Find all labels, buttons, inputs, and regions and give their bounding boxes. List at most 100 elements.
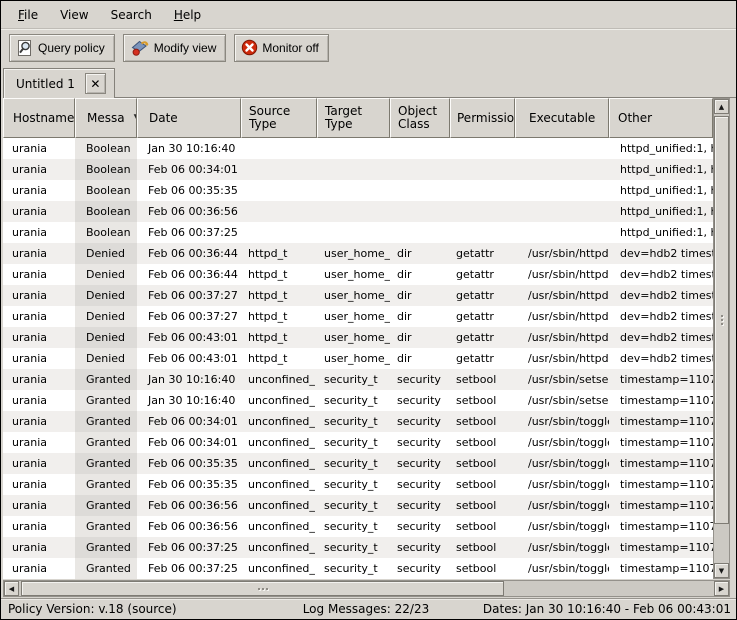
- table-cell: [515, 138, 609, 159]
- table-cell: Feb 06 00:35:35: [137, 474, 241, 495]
- scroll-down-arrow-icon[interactable]: ▼: [714, 563, 729, 578]
- table-cell: Feb 06 00:35:35: [137, 453, 241, 474]
- vertical-scrollbar[interactable]: ▲ ▼: [713, 98, 730, 579]
- table-cell: Feb 06 00:34:01: [137, 159, 241, 180]
- table-cell: security_t: [317, 390, 390, 411]
- table-row[interactable]: uraniaBooleanFeb 06 00:37:25httpd_unifie…: [3, 222, 713, 243]
- table-row[interactable]: uraniaBooleanFeb 06 00:34:01httpd_unifie…: [3, 159, 713, 180]
- tab-bar: Untitled 1 ✕: [1, 64, 736, 98]
- table-cell: Granted: [75, 453, 137, 474]
- horizontal-scrollbar[interactable]: ◀ ▶: [3, 580, 730, 597]
- table-cell: [450, 201, 515, 222]
- table-cell: Jan 30 10:16:40: [137, 138, 241, 159]
- table-cell: user_home_: [317, 243, 390, 264]
- column-header-messa[interactable]: Messa▼: [75, 98, 137, 138]
- table-cell: /usr/sbin/toggle: [515, 495, 609, 516]
- query-policy-icon: [16, 39, 34, 57]
- table-row[interactable]: uraniaBooleanFeb 06 00:36:56httpd_unifie…: [3, 201, 713, 222]
- table-cell: [241, 180, 317, 201]
- column-header-date[interactable]: Date: [137, 98, 241, 138]
- table-row[interactable]: uraniaGrantedFeb 06 00:37:25unconfined_s…: [3, 558, 713, 579]
- column-header-other[interactable]: Other: [609, 98, 713, 138]
- modify-view-label: Modify view: [154, 41, 217, 55]
- vertical-scrollbar-thumb[interactable]: [714, 116, 729, 524]
- table-cell: [241, 222, 317, 243]
- table-cell: setbool: [450, 453, 515, 474]
- table-cell: setbool: [450, 495, 515, 516]
- table-cell: httpd_t: [241, 348, 317, 369]
- column-header-permission[interactable]: Permission: [450, 98, 515, 138]
- table-cell: Feb 06 00:34:01: [137, 411, 241, 432]
- table-cell: httpd_t: [241, 264, 317, 285]
- table-cell: /usr/sbin/toggle: [515, 474, 609, 495]
- table-row[interactable]: uraniaDeniedFeb 06 00:43:01httpd_tuser_h…: [3, 348, 713, 369]
- table-cell: urania: [3, 516, 75, 537]
- table-cell: Boolean: [75, 180, 137, 201]
- column-header-executable[interactable]: Executable: [515, 98, 609, 138]
- table-cell: setbool: [450, 516, 515, 537]
- column-header-target-type[interactable]: Target Type: [317, 98, 390, 138]
- table-cell: setbool: [450, 411, 515, 432]
- table-row[interactable]: uraniaGrantedFeb 06 00:34:01unconfined_s…: [3, 411, 713, 432]
- table-row[interactable]: uraniaGrantedJan 30 10:16:40unconfined_s…: [3, 369, 713, 390]
- menu-file[interactable]: File: [7, 2, 49, 28]
- table-cell: Jan 30 10:16:40: [137, 369, 241, 390]
- table-cell: Feb 06 00:43:01: [137, 327, 241, 348]
- menu-search[interactable]: Search: [100, 2, 163, 28]
- scroll-right-arrow-icon[interactable]: ▶: [714, 581, 729, 596]
- table-row[interactable]: uraniaGrantedFeb 06 00:35:35unconfined_s…: [3, 474, 713, 495]
- table-cell: Feb 06 00:36:44: [137, 243, 241, 264]
- monitor-off-button[interactable]: Monitor off: [234, 34, 328, 62]
- table-cell: urania: [3, 474, 75, 495]
- table-cell: [450, 180, 515, 201]
- tab-untitled-1[interactable]: Untitled 1 ✕: [3, 68, 115, 98]
- table-cell: setbool: [450, 537, 515, 558]
- table-cell: [450, 138, 515, 159]
- modify-view-icon: [130, 39, 150, 57]
- table-row[interactable]: uraniaDeniedFeb 06 00:36:44httpd_tuser_h…: [3, 243, 713, 264]
- table-cell: dev=hdb2 timesta: [609, 285, 713, 306]
- scroll-left-arrow-icon[interactable]: ◀: [4, 581, 19, 596]
- table-cell: dir: [390, 327, 450, 348]
- modify-view-button[interactable]: Modify view: [123, 34, 227, 62]
- table-cell: Feb 06 00:37:27: [137, 306, 241, 327]
- menu-view[interactable]: View: [49, 2, 99, 28]
- table-row[interactable]: uraniaGrantedFeb 06 00:36:56unconfined_s…: [3, 495, 713, 516]
- table-row[interactable]: uraniaBooleanFeb 06 00:35:35httpd_unifie…: [3, 180, 713, 201]
- table-row[interactable]: uraniaBooleanJan 30 10:16:40httpd_unifie…: [3, 138, 713, 159]
- table-cell: [317, 138, 390, 159]
- table-row[interactable]: uraniaDeniedFeb 06 00:43:01httpd_tuser_h…: [3, 327, 713, 348]
- table-row[interactable]: uraniaDeniedFeb 06 00:36:44httpd_tuser_h…: [3, 264, 713, 285]
- table-cell: getattr: [450, 285, 515, 306]
- table-cell: security_t: [317, 495, 390, 516]
- table-cell: security: [390, 516, 450, 537]
- table-row[interactable]: uraniaGrantedFeb 06 00:35:35unconfined_s…: [3, 453, 713, 474]
- table-cell: unconfined_: [241, 474, 317, 495]
- column-header-source-type[interactable]: Source Type: [241, 98, 317, 138]
- tab-close-button[interactable]: ✕: [85, 73, 106, 94]
- table-cell: user_home_: [317, 327, 390, 348]
- table-cell: security: [390, 390, 450, 411]
- table-cell: urania: [3, 537, 75, 558]
- table-row[interactable]: uraniaGrantedFeb 06 00:37:25unconfined_s…: [3, 537, 713, 558]
- table-cell: security: [390, 537, 450, 558]
- table-row[interactable]: uraniaDeniedFeb 06 00:37:27httpd_tuser_h…: [3, 306, 713, 327]
- query-policy-button[interactable]: Query policy: [9, 34, 115, 62]
- thumb-grip-icon: [721, 315, 723, 317]
- table-cell: security_t: [317, 411, 390, 432]
- table-cell: Feb 06 00:37:25: [137, 558, 241, 579]
- menu-help[interactable]: Help: [163, 2, 212, 28]
- table-row[interactable]: uraniaGrantedFeb 06 00:36:56unconfined_s…: [3, 516, 713, 537]
- column-header-object-class[interactable]: Object Class: [390, 98, 450, 138]
- table-cell: urania: [3, 348, 75, 369]
- log-messages-status: Log Messages: 22/23: [303, 602, 430, 616]
- table-cell: urania: [3, 201, 75, 222]
- table-row[interactable]: uraniaGrantedJan 30 10:16:40unconfined_s…: [3, 390, 713, 411]
- table-row[interactable]: uraniaGrantedFeb 06 00:34:01unconfined_s…: [3, 432, 713, 453]
- table-cell: [241, 159, 317, 180]
- scroll-up-arrow-icon[interactable]: ▲: [714, 99, 729, 114]
- horizontal-scrollbar-thumb[interactable]: [21, 581, 504, 596]
- table-row[interactable]: uraniaDeniedFeb 06 00:37:27httpd_tuser_h…: [3, 285, 713, 306]
- table-cell: dir: [390, 243, 450, 264]
- column-header-hostname[interactable]: Hostname: [3, 98, 75, 138]
